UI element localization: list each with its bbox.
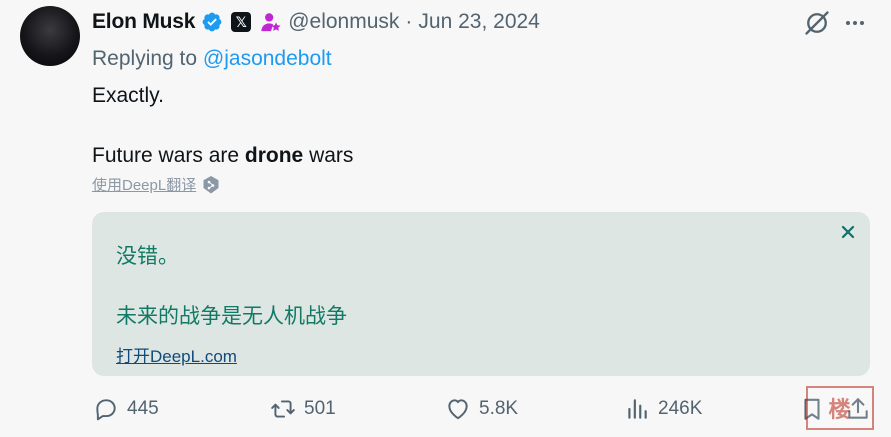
like-count: 5.8K [479, 398, 519, 419]
watermark-stamp: 楼 [806, 386, 874, 430]
repost-count: 501 [304, 398, 336, 419]
avatar[interactable] [20, 6, 80, 66]
repost-icon [271, 400, 295, 418]
reply-button[interactable]: 445 [93, 396, 159, 422]
translate-link[interactable]: 使用DeepL翻译 [92, 174, 220, 195]
open-deepl-link[interactable]: 打开DeepL.com [116, 342, 237, 367]
tweet-date[interactable]: Jun 23, 2024 [418, 10, 539, 34]
translation-line2: 未来的战争是无人机战争 [116, 305, 347, 328]
tweet-text-line1: Exactly. [92, 84, 164, 107]
tweet-header: Elon Musk 𝕏 @elonmusk · Jun 23, 2024 [92, 8, 540, 36]
translation-panel: 没错。 未来的战争是无人机战争 打开DeepL.com [92, 212, 870, 376]
line2-after: wars [303, 144, 354, 167]
views-button[interactable]: 246K [624, 396, 702, 422]
verified-icon [201, 11, 223, 33]
like-icon [448, 399, 468, 420]
deepl-icon [202, 175, 220, 195]
action-bar: 445 501 5.8K 246K [0, 396, 891, 426]
views-count: 246K [658, 398, 703, 419]
translate-label[interactable]: 使用DeepL翻译 [92, 174, 196, 195]
author-handle[interactable]: @elonmusk [288, 10, 399, 34]
like-button[interactable]: 5.8K [445, 396, 518, 422]
close-icon[interactable] [840, 224, 856, 240]
repost-button[interactable]: 501 [270, 396, 336, 422]
reply-count: 445 [127, 398, 159, 419]
views-icon [628, 399, 647, 419]
replying-prefix: Replying to [92, 47, 198, 70]
affiliate-icon [260, 11, 282, 33]
line2-bold: drone [244, 144, 304, 167]
reply-icon [96, 399, 116, 421]
reply-to-link[interactable]: @jasondebolt [203, 47, 332, 70]
line2-before: Future wars are [92, 144, 245, 167]
grok-icon[interactable] [803, 9, 831, 42]
replying-to: Replying to @jasondebolt [92, 47, 332, 71]
x-badge-icon[interactable]: 𝕏 [231, 12, 252, 32]
separator-dot: · [405, 10, 413, 33]
tweet-text-line2: Future wars are drone wars [92, 144, 353, 168]
more-icon[interactable] [843, 11, 867, 40]
translation-line1: 没错。 [116, 245, 179, 268]
author-name[interactable]: Elon Musk [92, 10, 195, 34]
